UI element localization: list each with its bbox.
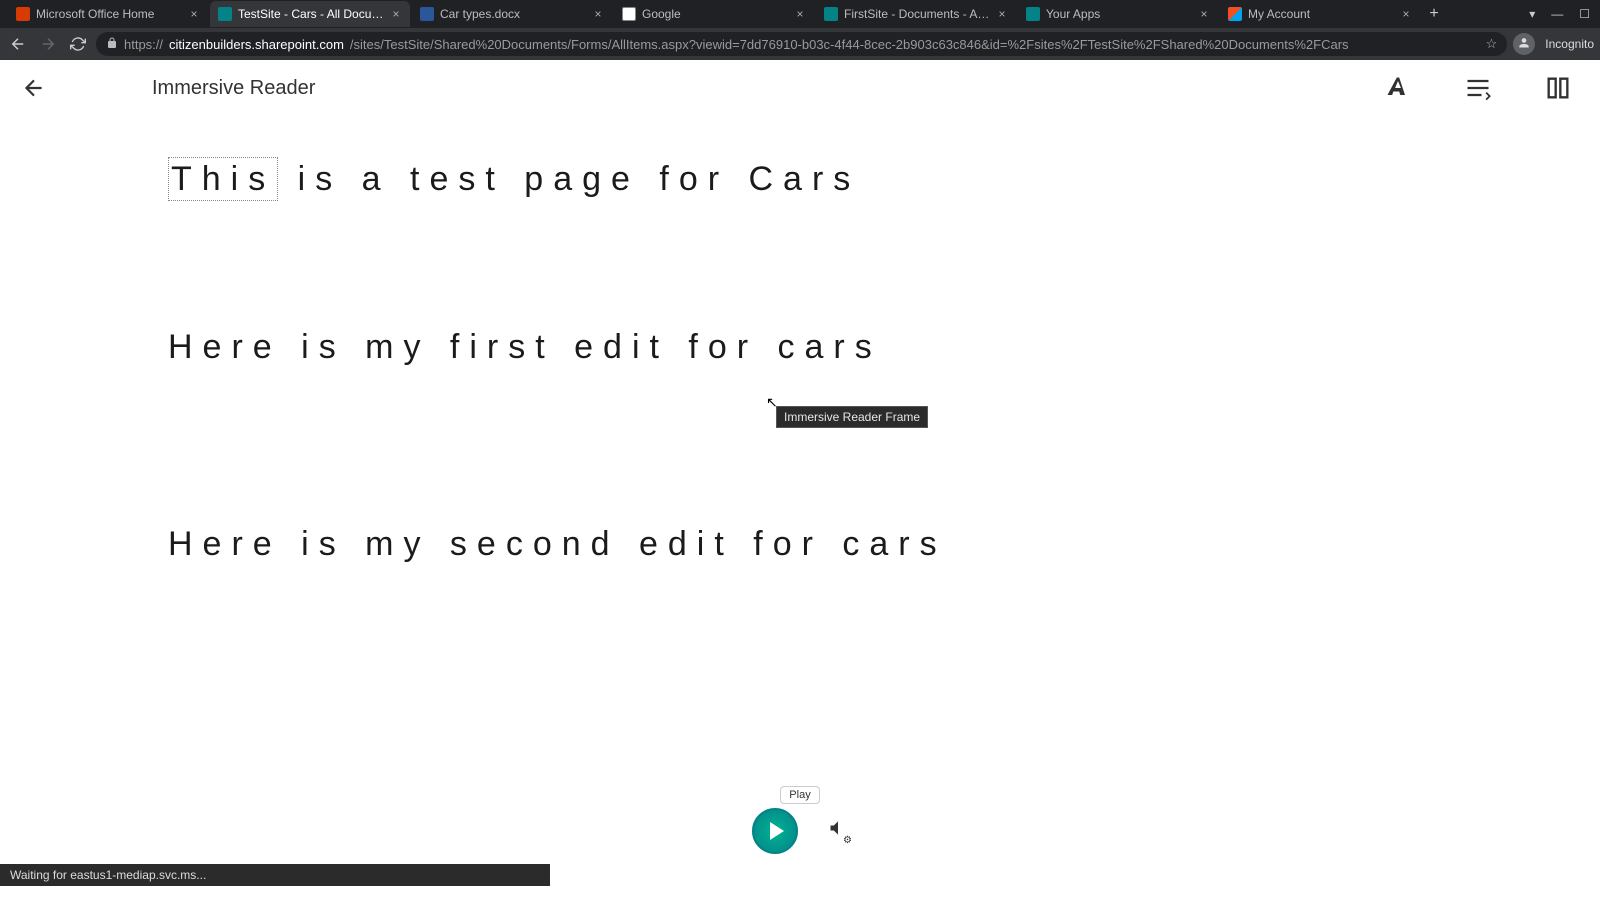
tab-strip: Microsoft Office Home × TestSite - Cars … [0, 0, 1600, 28]
tab-title: TestSite - Cars - All Documents [238, 7, 384, 21]
close-icon[interactable]: × [794, 8, 806, 20]
maximize-button[interactable]: ☐ [1579, 7, 1590, 21]
tab-title: My Account [1248, 7, 1394, 21]
tab-title: Your Apps [1046, 7, 1192, 21]
tab-1[interactable]: TestSite - Cars - All Documents × [210, 1, 410, 27]
favicon-icon [1228, 7, 1242, 21]
reader-tools [1378, 68, 1584, 108]
close-icon[interactable]: × [188, 8, 200, 20]
minimize-button[interactable]: — [1551, 7, 1563, 21]
text-preferences-button[interactable] [1378, 68, 1418, 108]
chevron-down-icon[interactable]: ▾ [1529, 7, 1535, 21]
lock-icon [106, 37, 118, 52]
tooltip: Immersive Reader Frame [776, 406, 928, 428]
url-domain: citizenbuilders.sharepoint.com [169, 37, 344, 52]
close-icon[interactable]: × [996, 8, 1008, 20]
tab-3[interactable]: Google × [614, 1, 814, 27]
close-icon[interactable]: × [1400, 8, 1412, 20]
incognito-label: Incognito [1545, 37, 1594, 51]
bookmark-icon[interactable]: ☆ [1486, 36, 1498, 52]
play-icon [770, 822, 784, 840]
tab-title: Microsoft Office Home [36, 7, 182, 21]
reader-header: Immersive Reader [0, 60, 1600, 116]
url-prefix: https:// [124, 37, 163, 52]
grammar-options-button[interactable] [1458, 68, 1498, 108]
close-icon[interactable]: × [390, 8, 402, 20]
reading-preferences-button[interactable] [1538, 68, 1578, 108]
reader-content: This is a test page for Cars Here is my … [0, 116, 1600, 569]
favicon-icon [824, 7, 838, 21]
tab-4[interactable]: FirstSite - Documents - All Docu… × [816, 1, 1016, 27]
page-title: Immersive Reader [152, 77, 315, 100]
tab-6[interactable]: My Account × [1220, 1, 1420, 27]
forward-button[interactable] [36, 32, 60, 56]
paragraph-text: Here is my first edit for cars [168, 328, 882, 366]
tab-2[interactable]: Car types.docx × [412, 1, 612, 27]
window-controls: ▾ — ☐ [1519, 7, 1600, 21]
browser-chrome: Microsoft Office Home × TestSite - Cars … [0, 0, 1600, 60]
favicon-icon [420, 7, 434, 21]
new-tab-button[interactable]: + [1422, 2, 1446, 26]
back-arrow-button[interactable] [16, 70, 52, 106]
favicon-icon [622, 7, 636, 21]
back-button[interactable] [6, 32, 30, 56]
close-icon[interactable]: × [1198, 8, 1210, 20]
tab-title: Google [642, 7, 788, 21]
tab-5[interactable]: Your Apps × [1018, 1, 1218, 27]
highlighted-word[interactable]: This [168, 157, 278, 201]
voice-settings-button[interactable] [828, 818, 848, 844]
paragraph-1: Here is my first edit for cars [168, 324, 1600, 372]
close-icon[interactable]: × [592, 8, 604, 20]
reload-button[interactable] [66, 32, 90, 56]
address-row: https:// citizenbuilders.sharepoint.com/s… [0, 28, 1600, 60]
play-button[interactable] [752, 808, 798, 854]
avatar[interactable] [1513, 33, 1535, 55]
paragraph-2: Here is my second edit for cars [168, 521, 1600, 569]
paragraph-text: is a test page for Cars [278, 160, 860, 198]
status-bar: Waiting for eastus1-mediap.svc.ms... [0, 864, 550, 886]
favicon-icon [218, 7, 232, 21]
favicon-icon [16, 7, 30, 21]
play-tooltip: Play [780, 786, 819, 804]
paragraph-text: Here is my second edit for cars [168, 525, 947, 563]
tab-0[interactable]: Microsoft Office Home × [8, 1, 208, 27]
tab-title: FirstSite - Documents - All Docu… [844, 7, 990, 21]
play-controls: Play [752, 786, 848, 854]
paragraph-0: This is a test page for Cars [168, 156, 1600, 204]
tab-title: Car types.docx [440, 7, 586, 21]
url-path: /sites/TestSite/Shared%20Documents/Forms… [350, 37, 1349, 52]
favicon-icon [1026, 7, 1040, 21]
address-bar[interactable]: https:// citizenbuilders.sharepoint.com/s… [96, 32, 1507, 56]
